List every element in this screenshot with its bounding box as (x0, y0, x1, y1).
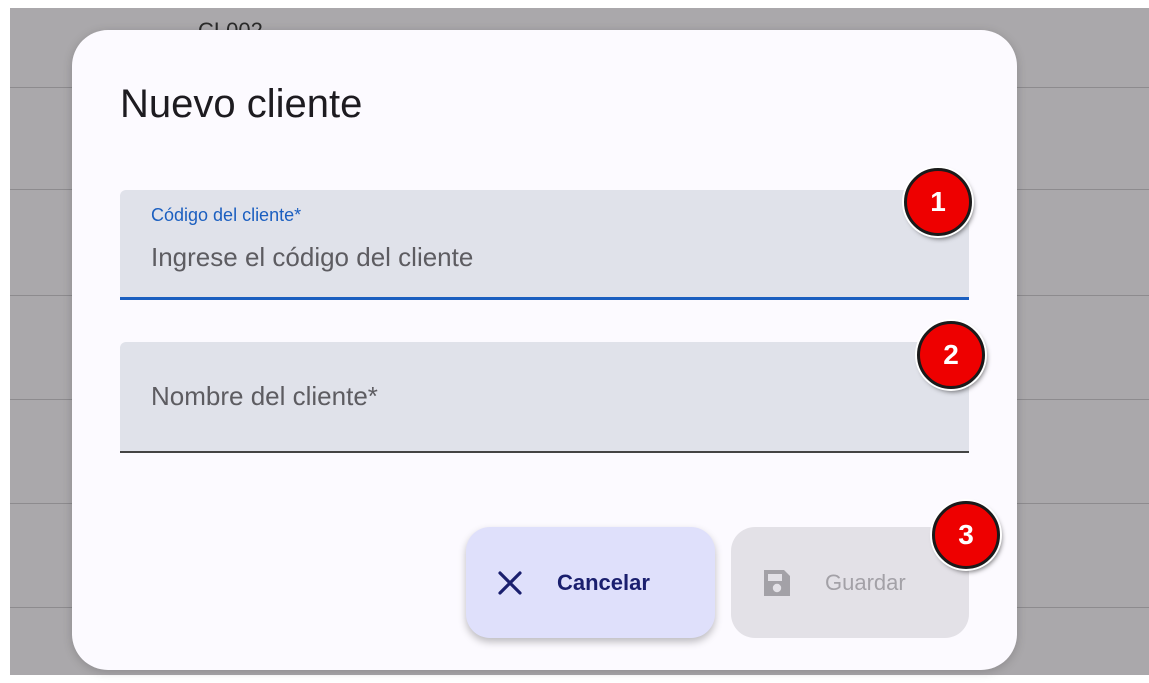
client-code-label: Código del cliente* (151, 205, 302, 225)
save-button-label: Guardar (825, 569, 906, 595)
close-icon (497, 570, 523, 596)
client-name-field[interactable] (120, 342, 969, 453)
cancel-button[interactable]: Cancelar (466, 527, 715, 638)
annotation-marker-2: 2 (917, 321, 985, 389)
client-code-input[interactable] (151, 242, 931, 273)
client-name-input[interactable] (151, 381, 931, 412)
dialog-title: Nuevo cliente (120, 82, 363, 126)
annotation-marker-3: 3 (932, 501, 1000, 569)
floppy-disk-icon (761, 567, 793, 599)
annotation-marker-1: 1 (904, 168, 972, 236)
client-code-field[interactable]: Código del cliente* (120, 190, 969, 300)
new-client-dialog: Nuevo cliente Código del cliente* Cancel… (72, 30, 1017, 670)
cancel-button-label: Cancelar (557, 569, 650, 595)
